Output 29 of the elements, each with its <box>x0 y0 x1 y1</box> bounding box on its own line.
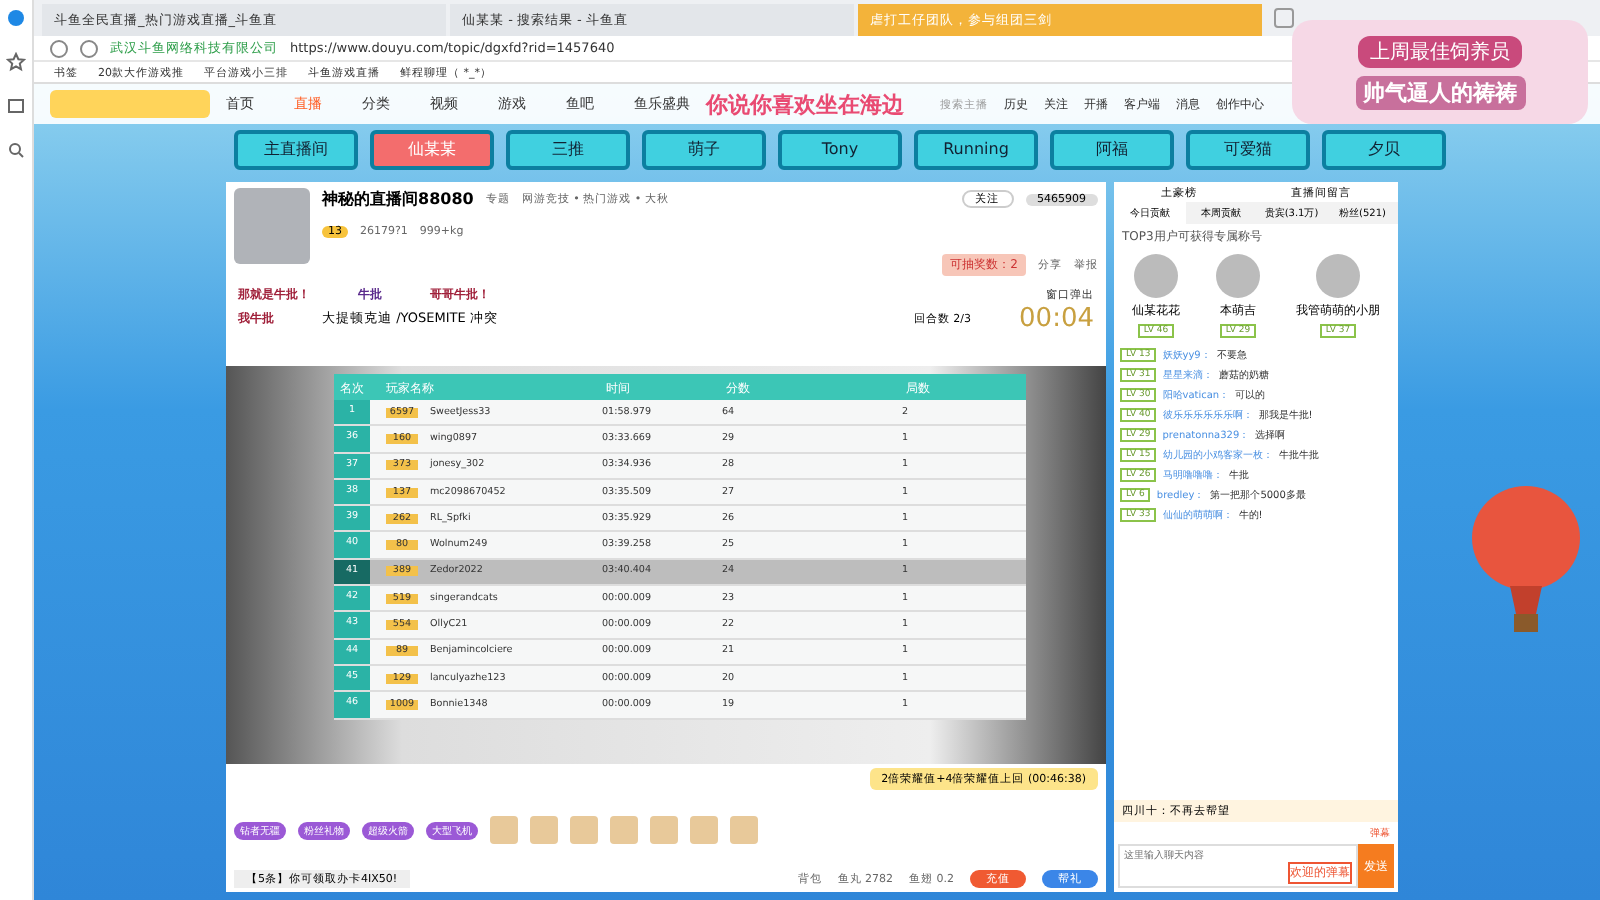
badge-name: 帅气逼人的祷祷 <box>1355 75 1525 109</box>
gift-icon[interactable] <box>690 816 718 844</box>
avatar-placeholder <box>1216 254 1260 298</box>
anchor-tab[interactable]: Tony <box>778 130 902 170</box>
anchor-tab[interactable]: Running <box>914 130 1038 170</box>
avatar-placeholder <box>234 188 310 264</box>
browser-logo-icon[interactable] <box>6 8 26 28</box>
overlay-caption: 你说你喜欢坐在海边 <box>706 89 904 119</box>
anchor-tab[interactable]: 萌子 <box>642 130 766 170</box>
gift-icon[interactable] <box>530 816 558 844</box>
new-tab-icon[interactable] <box>1274 8 1294 28</box>
book-icon[interactable] <box>6 96 26 116</box>
anchor-tab[interactable]: 三推 <box>506 130 630 170</box>
gift-icon[interactable] <box>570 816 598 844</box>
gift-icon[interactable] <box>490 816 518 844</box>
gift-icon[interactable] <box>730 816 758 844</box>
gift-icon[interactable] <box>650 816 678 844</box>
room-title: 神秘的直播间88080 <box>322 188 474 210</box>
gift-icon[interactable] <box>610 816 638 844</box>
search-icon[interactable] <box>6 140 26 160</box>
anchor-tab[interactable]: 阿福 <box>1050 130 1174 170</box>
avatar-placeholder <box>1134 254 1178 298</box>
avatar-placeholder <box>1316 254 1360 298</box>
anchor-tab[interactable]: 主直播间 <box>234 130 358 170</box>
star-icon[interactable] <box>6 52 26 72</box>
anchor-tab[interactable]: 可爱猫 <box>1186 130 1310 170</box>
round-timer: 00:04 <box>1019 304 1094 334</box>
anchor-tab[interactable]: 夕贝 <box>1322 130 1446 170</box>
badge-title: 上周最佳饲养员 <box>1358 35 1522 67</box>
